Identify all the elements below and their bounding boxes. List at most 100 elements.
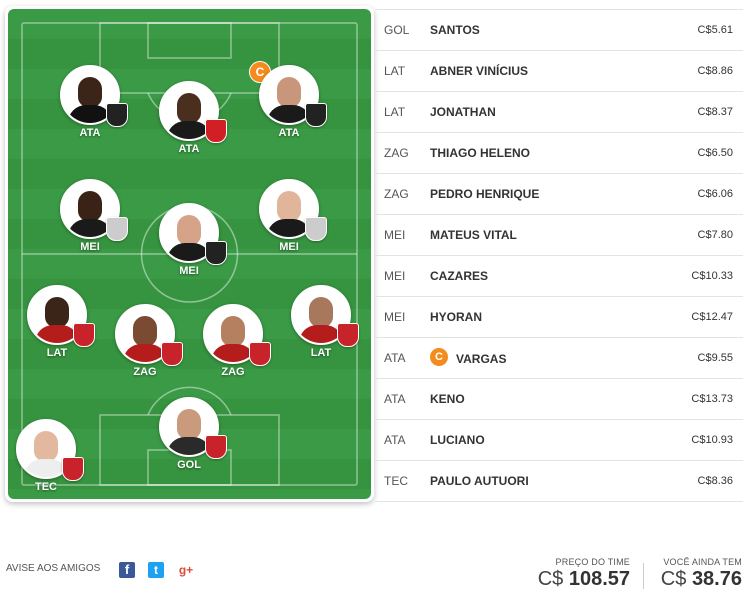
lineup-row[interactable]: ATA LUCIANO C$10.93 <box>375 420 743 461</box>
player-position-label: TEC <box>35 481 57 493</box>
lineup-player-name-text: LUCIANO <box>430 433 485 447</box>
player-position-label: MEI <box>279 241 299 253</box>
player-card-zag-1[interactable]: ZAG <box>105 304 185 378</box>
player-card-ata-3[interactable]: C ATA <box>249 61 329 139</box>
lineup-position: MEI <box>384 228 406 242</box>
player-card-mei-2[interactable]: MEI <box>149 203 229 277</box>
lineup-price: C$8.37 <box>697 106 733 118</box>
lineup-price: C$8.86 <box>697 65 733 77</box>
lineup-row[interactable]: MEI MATEUS VITAL C$7.80 <box>375 215 743 256</box>
player-card-ata-2[interactable]: ATA <box>149 81 229 155</box>
lineup-price: C$6.06 <box>697 188 733 200</box>
player-card-mei-1[interactable]: MEI <box>50 179 130 253</box>
lineup-position: ATA <box>384 351 406 365</box>
player-card-lat-2[interactable]: LAT <box>281 285 361 359</box>
lineup-position: LAT <box>384 64 406 78</box>
lineup-row[interactable]: ZAG PEDRO HENRIQUE C$6.06 <box>375 174 743 215</box>
lineup-player-name-text: CAZARES <box>430 269 489 283</box>
twitter-icon[interactable]: t <box>148 562 164 578</box>
player-position-label: ATA <box>278 127 300 139</box>
lineup-player-name-text: ABNER VINÍCIUS <box>430 64 529 78</box>
player-position-label: ATA <box>79 127 101 139</box>
lineup-player-name: JONATHAN <box>430 105 496 119</box>
lineup-position: TEC <box>384 474 408 488</box>
player-card-gol[interactable]: GOL <box>149 397 229 471</box>
lineup-price: C$5.61 <box>697 24 733 36</box>
club-badge-icon <box>249 342 271 366</box>
lineup-player-name: KENO <box>430 392 465 406</box>
remaining-block: VOCÊ AINDA TEM C$ 38.76 <box>661 557 742 591</box>
lineup-price: C$10.33 <box>691 270 733 282</box>
lineup-row[interactable]: LAT JONATHAN C$8.37 <box>375 92 743 133</box>
googleplus-icon[interactable]: g+ <box>178 562 194 578</box>
lineup-position: ATA <box>384 433 406 447</box>
lineup-row[interactable]: MEI CAZARES C$10.33 <box>375 256 743 297</box>
club-badge-icon <box>305 217 327 241</box>
lineup-player-name: LUCIANO <box>430 433 485 447</box>
lineup-row[interactable]: TEC PAULO AUTUORI C$8.36 <box>375 461 743 502</box>
club-badge-icon <box>337 323 359 347</box>
lineup-row[interactable]: MEI HYORAN C$12.47 <box>375 297 743 338</box>
remaining-label: VOCÊ AINDA TEM <box>663 557 742 567</box>
club-badge-icon <box>73 323 95 347</box>
lineup-price: C$12.47 <box>691 311 733 323</box>
lineup-row[interactable]: ZAG THIAGO HELENO C$6.50 <box>375 133 743 174</box>
lineup-row[interactable]: LAT ABNER VINÍCIUS C$8.86 <box>375 51 743 92</box>
player-card-tec[interactable]: TEC <box>8 419 86 493</box>
lineup-player-name: PAULO AUTUORI <box>430 474 529 488</box>
team-price-currency: C$ <box>537 568 564 590</box>
lineup-player-name: ABNER VINÍCIUS <box>430 64 528 78</box>
club-badge-icon <box>205 241 227 265</box>
lineup-player-name-text: PEDRO HENRIQUE <box>430 187 540 201</box>
soccer-field: ATA ATA C ATA MEI MEI MEI LAT ZAG ZAG LA… <box>8 9 371 499</box>
facebook-icon[interactable]: f <box>119 562 135 578</box>
lineup-row[interactable]: ATA KENO C$13.73 <box>375 379 743 420</box>
club-badge-icon <box>205 435 227 459</box>
lineup-row[interactable]: ATA C VARGAS C$9.55 <box>375 338 743 379</box>
club-badge-icon <box>106 103 128 127</box>
player-card-lat-1[interactable]: LAT <box>17 285 97 359</box>
share-label: AVISE AOS AMIGOS <box>6 563 101 574</box>
lineup-player-name: PEDRO HENRIQUE <box>430 187 539 201</box>
captain-icon: C <box>430 348 448 366</box>
lineup-player-name-text: PAULO AUTUORI <box>430 474 529 488</box>
lineup-price: C$7.80 <box>697 229 733 241</box>
lineup-player-name-text: SANTOS <box>430 23 480 37</box>
player-position-label: LAT <box>310 347 332 359</box>
lineup-player-name-text: JONATHAN <box>430 105 496 119</box>
team-price-label: PREÇO DO TIME <box>555 557 630 567</box>
lineup-row[interactable]: GOL SANTOS C$5.61 <box>375 9 743 51</box>
player-position-label: LAT <box>46 347 68 359</box>
lineup-position: LAT <box>384 105 406 119</box>
lineup-list: GOL SANTOS C$5.61 LAT ABNER VINÍCIUS C$8.86 LA… <box>375 9 743 502</box>
lineup-position: MEI <box>384 310 406 324</box>
club-badge-icon <box>205 119 227 143</box>
lineup-price: C$8.36 <box>697 475 733 487</box>
lineup-player-name-text: KENO <box>430 392 465 406</box>
team-price-value: C$ 108.57 <box>538 568 630 591</box>
player-card-ata-1[interactable]: ATA <box>50 65 130 139</box>
team-screen: ATA ATA C ATA MEI MEI MEI LAT ZAG ZAG LA… <box>0 0 753 593</box>
lineup-position: ATA <box>384 392 406 406</box>
player-position-label: ZAG <box>133 366 157 378</box>
lineup-player-name: MATEUS VITAL <box>430 228 517 242</box>
player-card-zag-2[interactable]: ZAG <box>193 304 273 378</box>
lineup-player-name: C VARGAS <box>430 348 506 366</box>
lineup-position: MEI <box>384 269 406 283</box>
club-badge-icon <box>161 342 183 366</box>
lineup-player-name: SANTOS <box>430 23 480 37</box>
club-badge-icon <box>305 103 327 127</box>
player-position-label: ZAG <box>221 366 245 378</box>
lineup-player-name-text: MATEUS VITAL <box>430 228 517 242</box>
lineup-player-name: HYORAN <box>430 310 482 324</box>
player-card-mei-3[interactable]: MEI <box>249 179 329 253</box>
lineup-player-name: THIAGO HELENO <box>430 146 530 160</box>
club-badge-icon <box>62 457 84 481</box>
lineup-price: C$10.93 <box>691 434 733 446</box>
team-price-block: PREÇO DO TIME C$ 108.57 <box>538 557 630 591</box>
price-divider <box>643 563 644 589</box>
player-position-label: MEI <box>80 241 100 253</box>
lineup-position: ZAG <box>384 187 409 201</box>
field-card: ATA ATA C ATA MEI MEI MEI LAT ZAG ZAG LA… <box>5 6 374 502</box>
remaining-number: 38.76 <box>691 568 742 590</box>
